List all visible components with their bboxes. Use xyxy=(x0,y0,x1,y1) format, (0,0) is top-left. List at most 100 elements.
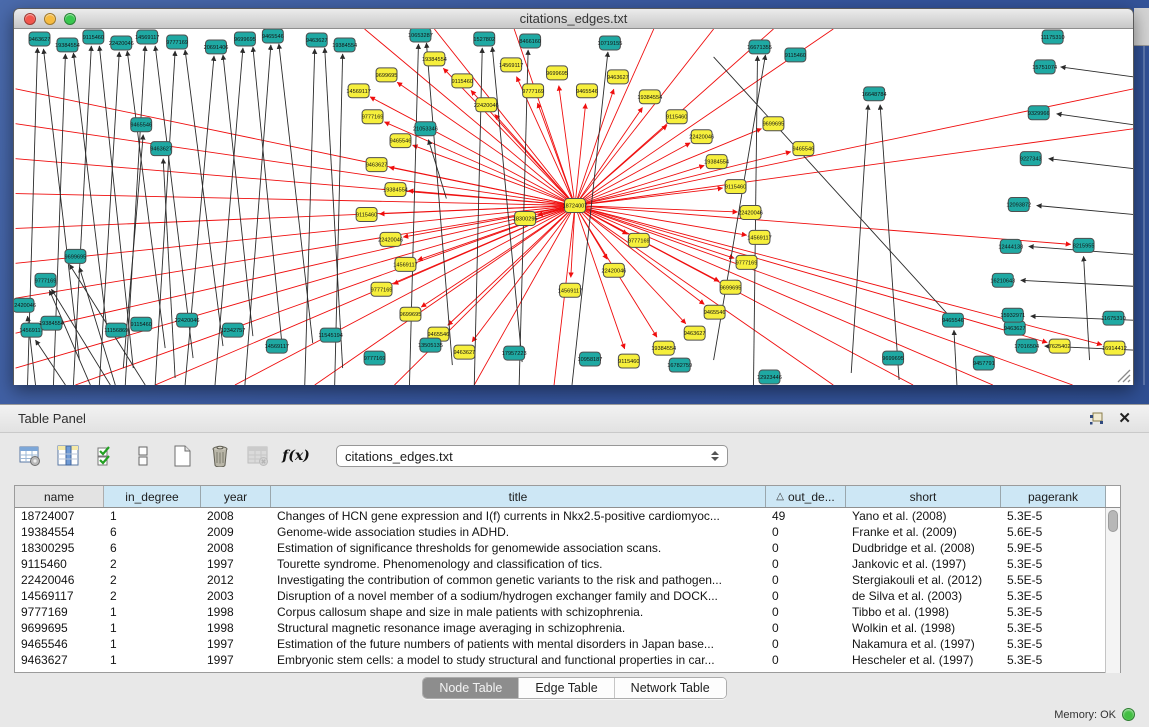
zoom-window-button[interactable] xyxy=(64,13,76,25)
table-select-dropdown[interactable]: citations_edges.txt xyxy=(336,445,728,467)
table-cell[interactable]: Investigating the contribution of common… xyxy=(271,572,766,588)
graph-node[interactable]: 9115460 xyxy=(452,74,473,88)
graph-node[interactable]: 14569117 xyxy=(346,84,370,98)
graph-node[interactable]: 9777169 xyxy=(371,282,393,296)
table-cell[interactable]: Genome-wide association studies in ADHD. xyxy=(271,524,766,540)
graph-node[interactable]: 14569117 xyxy=(558,283,582,297)
graph-node[interactable]: 9777169 xyxy=(364,351,386,365)
graph-node[interactable]: 12444138 xyxy=(998,239,1023,253)
close-panel-icon[interactable]: ✕ xyxy=(1118,412,1131,426)
graph-node[interactable]: 9463627 xyxy=(306,33,328,47)
graph-node[interactable]: 9777169 xyxy=(362,110,384,124)
graph-node[interactable]: 20691406 xyxy=(204,40,229,54)
table-cell[interactable]: 18724007 xyxy=(15,508,104,524)
table-cell[interactable]: 5.3E-5 xyxy=(1001,652,1106,668)
table-cell[interactable]: Corpus callosum shape and size in male p… xyxy=(271,604,766,620)
graph-edge[interactable] xyxy=(393,206,575,285)
graph-edge[interactable] xyxy=(954,330,957,385)
table-row[interactable]: 946554611997Estimation of the future num… xyxy=(15,636,1120,652)
graph-node[interactable]: 11545194 xyxy=(318,328,342,342)
graph-edge[interactable] xyxy=(575,206,704,305)
graph-node[interactable]: 9463627 xyxy=(453,345,475,359)
graph-node[interactable]: 9465546 xyxy=(130,118,152,132)
graph-node[interactable]: 19384554 xyxy=(651,341,676,355)
graph-node[interactable]: 9699695 xyxy=(400,307,422,321)
graph-edge[interactable] xyxy=(880,105,899,380)
table-cell[interactable]: 5.3E-5 xyxy=(1001,588,1106,604)
graph-node[interactable]: 10719155 xyxy=(597,36,622,50)
graph-node[interactable]: 9699695 xyxy=(65,249,87,263)
graph-node[interactable]: 9115460 xyxy=(356,207,377,221)
table-row[interactable]: 911546021997Tourette syndrome. Phenomeno… xyxy=(15,556,1120,572)
checkbox-list-icon[interactable] xyxy=(132,444,156,468)
graph-edge[interactable] xyxy=(575,206,1073,385)
graph-edge[interactable] xyxy=(16,206,575,369)
graph-node[interactable]: 9465546 xyxy=(792,142,814,156)
table-cell[interactable]: 9465546 xyxy=(15,636,104,652)
table-cell[interactable]: 1997 xyxy=(201,556,271,572)
graph-edge[interactable] xyxy=(395,206,575,385)
table-cell[interactable]: 18300295 xyxy=(15,540,104,556)
column-header-title[interactable]: title xyxy=(271,486,766,507)
table-row[interactable]: 1456911722003Disruption of a novel membe… xyxy=(15,588,1120,604)
table-cell[interactable]: Hescheler et al. (1997) xyxy=(846,652,1001,668)
table-cell[interactable]: 0 xyxy=(766,620,846,636)
table-row[interactable]: 1872400712008Changes of HCN gene express… xyxy=(15,508,1120,524)
tab-node-table[interactable]: Node Table xyxy=(423,678,519,698)
graph-edge[interactable] xyxy=(73,46,91,385)
graph-node[interactable]: 9457791 xyxy=(973,356,995,370)
graph-node[interactable]: 9465546 xyxy=(262,29,284,43)
table-cell[interactable]: Dudbridge et al. (2008) xyxy=(846,540,1001,556)
graph-node[interactable]: 9777169 xyxy=(166,35,188,49)
graph-edge[interactable] xyxy=(253,47,283,353)
graph-edge[interactable] xyxy=(714,57,955,322)
column-header-year[interactable]: year xyxy=(201,486,271,507)
graph-edge[interactable] xyxy=(514,29,575,206)
table-cell[interactable]: 9699695 xyxy=(15,620,104,636)
graph-edge[interactable] xyxy=(428,140,446,199)
table-row[interactable]: 1938455462009Genome-wide association stu… xyxy=(15,524,1120,540)
float-panel-icon[interactable] xyxy=(1089,412,1104,426)
graph-node[interactable]: 19384554 xyxy=(704,155,729,169)
graph-node[interactable]: 16671355 xyxy=(747,40,772,54)
graph-edge[interactable] xyxy=(43,49,79,360)
graph-node[interactable]: 9699695 xyxy=(234,32,256,46)
table-cell[interactable]: 0 xyxy=(766,636,846,652)
table-cell[interactable]: 0 xyxy=(766,604,846,620)
table-cell[interactable]: Embryonic stem cells: a model to study s… xyxy=(271,652,766,668)
graph-node[interactable]: 18724007 xyxy=(563,199,588,213)
network-window-titlebar[interactable]: citations_edges.txt xyxy=(14,9,1133,29)
graph-node[interactable]: 22420046 xyxy=(109,36,134,50)
table-cell[interactable]: 0 xyxy=(766,572,846,588)
column-header-in_degree[interactable]: in_degree xyxy=(104,486,201,507)
vertical-scrollbar[interactable] xyxy=(1105,508,1120,673)
table-cell[interactable]: 2 xyxy=(104,556,201,572)
graph-edge[interactable] xyxy=(575,206,738,212)
table-cell[interactable]: 5.6E-5 xyxy=(1001,524,1106,540)
graph-edge[interactable] xyxy=(575,165,704,205)
graph-node[interactable]: 9115460 xyxy=(666,110,687,124)
table-row[interactable]: 1830029562008Estimation of significance … xyxy=(15,540,1120,556)
table-row[interactable]: 946362711997Embryonic stem cells: a mode… xyxy=(15,652,1120,668)
table-cell[interactable]: 2 xyxy=(104,572,201,588)
graph-edge[interactable] xyxy=(409,44,418,385)
table-cell[interactable]: 6 xyxy=(104,524,201,540)
table-cell[interactable]: 1997 xyxy=(201,636,271,652)
graph-node[interactable]: 18300295 xyxy=(513,211,538,225)
graph-edge[interactable] xyxy=(575,206,686,324)
column-header-out_de[interactable]: △out_de... xyxy=(766,486,846,507)
graph-node[interactable]: 15932971 xyxy=(1000,308,1025,322)
table-cell[interactable]: 2008 xyxy=(201,540,271,556)
graph-node[interactable]: 13505135 xyxy=(418,338,443,352)
graph-node[interactable]: 14569117 xyxy=(499,58,523,72)
graph-edge[interactable] xyxy=(571,206,575,278)
graph-node[interactable]: 9115460 xyxy=(725,180,746,194)
graph-node[interactable]: 19384554 xyxy=(55,38,80,52)
graph-node[interactable]: 17957223 xyxy=(502,346,527,360)
table-cell[interactable]: 2009 xyxy=(201,524,271,540)
network-canvas[interactable]: 18724007 19384554 9115460 22420046 14569117 9… xyxy=(14,29,1133,385)
graph-node[interactable]: 11175310 xyxy=(1041,30,1065,44)
graph-edge[interactable] xyxy=(575,29,714,206)
graph-node[interactable]: 10653287 xyxy=(408,29,433,42)
graph-edge[interactable] xyxy=(16,194,575,206)
